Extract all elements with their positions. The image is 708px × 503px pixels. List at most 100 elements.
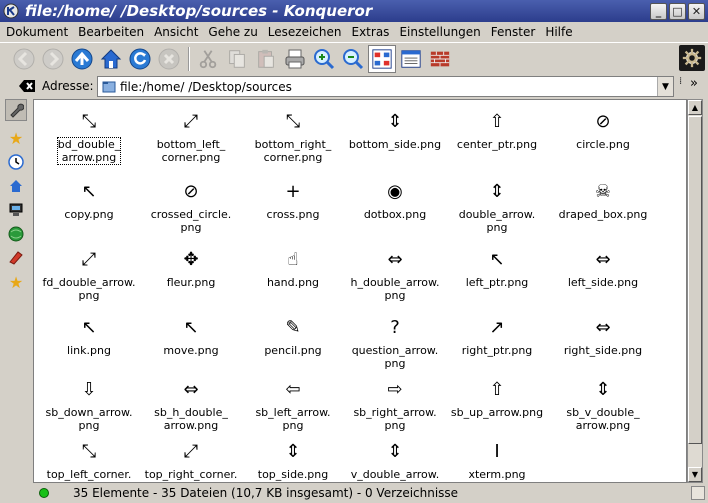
zoom-out-button[interactable]: [339, 45, 367, 73]
cursor-file-icon: ⇨: [387, 379, 403, 400]
cut-button[interactable]: [194, 45, 222, 73]
menu-einstellungen[interactable]: Einstellungen: [399, 25, 480, 39]
history-tab[interactable]: [5, 151, 27, 173]
services-tab[interactable]: [5, 223, 27, 245]
file-name: link.png: [67, 344, 111, 357]
cursor-file-icon: ⤡: [81, 441, 97, 462]
resize-grip-icon[interactable]: [691, 486, 705, 500]
back-button[interactable]: [10, 45, 38, 73]
maximize-button[interactable]: □: [669, 2, 686, 20]
menu-extras[interactable]: Extras: [352, 25, 390, 39]
menu-gehe-zu[interactable]: Gehe zu: [208, 25, 257, 39]
toolbar-handle[interactable]: ⁞: [679, 76, 687, 96]
file-item[interactable]: ⤡ top_left_corner.: [34, 440, 144, 482]
minimize-button[interactable]: _: [650, 2, 667, 20]
root-folder-tab[interactable]: [5, 247, 27, 269]
menu-ansicht[interactable]: Ansicht: [154, 25, 198, 39]
file-item[interactable]: Ixterm.png: [442, 440, 552, 482]
file-item[interactable]: ⇕ v_double_arrow.: [340, 440, 450, 482]
close-icon: ✕: [691, 4, 702, 18]
file-item[interactable]: ↖ link.png: [34, 316, 144, 358]
file-item[interactable]: ☠ draped_box.png: [548, 180, 658, 222]
file-item[interactable]: ? question_arrow. png: [340, 316, 450, 371]
home-button[interactable]: [97, 45, 125, 73]
detail-view-button[interactable]: [397, 45, 425, 73]
network-icon: [9, 203, 23, 216]
scrollbar-thumb[interactable]: [688, 116, 702, 444]
paste-button[interactable]: [252, 45, 280, 73]
forward-button[interactable]: [39, 45, 67, 73]
main-toolbar: [0, 42, 708, 74]
file-item[interactable]: ⇕ bottom_side.png: [340, 110, 450, 152]
stop-button[interactable]: [155, 45, 183, 73]
vertical-scrollbar[interactable]: ▲ ▼: [687, 99, 703, 483]
file-item[interactable]: ⤢ top_right_corner.: [136, 440, 246, 482]
title-bar[interactable]: file:/home/ /Desktop/sources - Konqueror…: [0, 0, 708, 22]
favorites-tab[interactable]: ★: [5, 271, 27, 293]
more-toolbar-icon[interactable]: »: [690, 76, 698, 91]
file-item[interactable]: ⇕ sb_v_double_ arrow.png: [548, 378, 658, 433]
clear-location-button[interactable]: [16, 76, 38, 96]
menu-bearbeiten[interactable]: Bearbeiten: [78, 25, 144, 39]
file-name: sb_up_arrow.png: [450, 406, 544, 419]
file-item[interactable]: + cross.png: [238, 180, 348, 222]
file-item[interactable]: ⤢ fd_double_arrow. png: [34, 248, 144, 303]
file-item[interactable]: ↖ left_ptr.png: [442, 248, 552, 290]
file-item[interactable]: ↖ copy.png: [34, 180, 144, 222]
file-name: question_arrow. png: [351, 344, 439, 370]
file-item[interactable]: ✥ fleur.png: [136, 248, 246, 290]
file-item[interactable]: ⇧ center_ptr.png: [442, 110, 552, 152]
network-tab[interactable]: [5, 199, 27, 221]
konqueror-gear-button[interactable]: [679, 45, 705, 71]
up-button[interactable]: [68, 45, 96, 73]
location-dropdown-button[interactable]: ▼: [657, 77, 673, 96]
menu-dokument[interactable]: Dokument: [6, 25, 68, 39]
file-item[interactable]: ⇨ sb_right_arrow. png: [340, 378, 450, 433]
cursor-file-icon: ◉: [387, 181, 403, 202]
icon-view-button[interactable]: [368, 44, 396, 73]
reload-button[interactable]: [126, 45, 154, 73]
file-item[interactable]: ⊘ crossed_circle. png: [136, 180, 246, 235]
close-button[interactable]: ✕: [688, 2, 705, 20]
file-item[interactable]: ⤡ bottom_right_ corner.png: [238, 110, 348, 165]
file-item[interactable]: ⇩ sb_down_arrow. png: [34, 378, 144, 433]
firewall-button[interactable]: [426, 45, 454, 73]
file-icon-view[interactable]: ⤡ bd_double_ arrow.png ⤢ bottom_left_ corne…: [33, 99, 687, 483]
cursor-file-icon: ⇦: [285, 379, 301, 400]
zoom-in-button[interactable]: [310, 45, 338, 73]
file-name: dotbox.png: [363, 208, 427, 221]
menu-fenster[interactable]: Fenster: [491, 25, 536, 39]
file-item[interactable]: ☝ hand.png: [238, 248, 348, 290]
cursor-file-icon: ⇕: [387, 441, 403, 462]
file-item[interactable]: ⊘ circle.png: [548, 110, 658, 152]
file-item[interactable]: ✎ pencil.png: [238, 316, 348, 358]
file-item[interactable]: ⇦ sb_left_arrow. png: [238, 378, 348, 433]
scroll-down-button[interactable]: ▼: [688, 467, 702, 482]
file-name: right_side.png: [563, 344, 643, 357]
file-item[interactable]: ⇔ sb_h_double_ arrow.png: [136, 378, 246, 433]
file-item[interactable]: ⤢ bottom_left_ corner.png: [136, 110, 246, 165]
file-item[interactable]: ⤡ bd_double_ arrow.png: [34, 110, 144, 165]
scroll-up-button[interactable]: ▲: [688, 100, 702, 115]
file-item[interactable]: ⇔ h_double_arrow. png: [340, 248, 450, 303]
menu-lesezeichen[interactable]: Lesezeichen: [268, 25, 342, 39]
menu-hilfe[interactable]: Hilfe: [545, 25, 572, 39]
print-button[interactable]: [281, 45, 309, 73]
konqueror-app-icon[interactable]: [3, 3, 19, 19]
file-item[interactable]: ⇕ top_side.png: [238, 440, 348, 482]
home-folder-tab[interactable]: [5, 175, 27, 197]
file-item[interactable]: ⇔ right_side.png: [548, 316, 658, 358]
file-item[interactable]: ↖ move.png: [136, 316, 246, 358]
copy-button[interactable]: [223, 45, 251, 73]
config-sidebar-button[interactable]: [5, 99, 27, 121]
file-item[interactable]: ◉ dotbox.png: [340, 180, 450, 222]
file-item[interactable]: ↗ right_ptr.png: [442, 316, 552, 358]
file-item[interactable]: ⇔ left_side.png: [548, 248, 658, 290]
file-name: draped_box.png: [558, 208, 648, 221]
location-input[interactable]: file:/home/ /Desktop/sources ▼: [97, 76, 674, 97]
reload-icon: [129, 48, 151, 69]
cursor-file-icon: ⤢: [81, 249, 97, 270]
file-item[interactable]: ⇧ sb_up_arrow.png: [442, 378, 552, 420]
file-item[interactable]: ⇕ double_arrow. png: [442, 180, 552, 235]
bookmarks-tab[interactable]: ★: [5, 127, 27, 149]
